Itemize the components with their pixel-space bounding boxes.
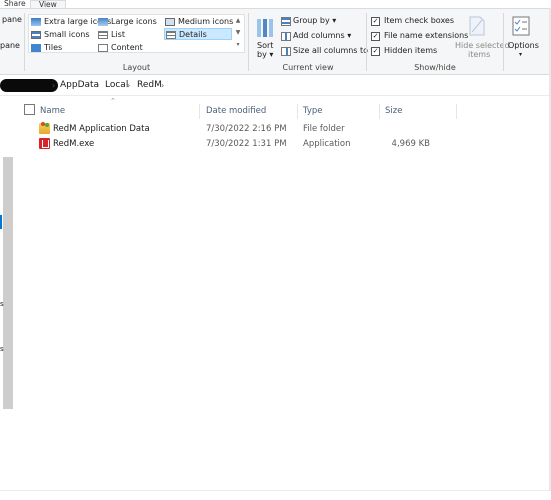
size-columns-icon <box>281 47 291 56</box>
breadcrumb-redm[interactable]: RedM <box>137 80 162 91</box>
options-button[interactable]: Options ▾ <box>506 15 539 61</box>
nav-item-fragment[interactable]: s <box>0 300 4 308</box>
breadcrumb-appdata[interactable]: AppData <box>60 80 99 91</box>
show-hide-group-label: Show/hide <box>414 63 456 72</box>
layout-item-label: List <box>111 30 125 39</box>
column-separator[interactable] <box>297 104 298 119</box>
file-type: Application <box>303 139 351 149</box>
file-type: File folder <box>303 124 345 134</box>
tiles-icon <box>31 44 41 52</box>
layout-item-label: Tiles <box>44 43 63 52</box>
table-row[interactable]: RedM Application Data 7/30/2022 2:16 PM … <box>16 122 551 136</box>
navigation-pane-button[interactable]: pane <box>2 15 22 25</box>
group-separator <box>248 13 249 71</box>
checkbox-checked: ✓ <box>371 17 380 26</box>
file-date-modified: 7/30/2022 1:31 PM <box>206 139 287 149</box>
status-bar <box>0 490 551 500</box>
chevron-down-icon: ▾ <box>519 51 523 58</box>
layout-content[interactable]: Content <box>97 42 143 54</box>
hidden-items-label: Hidden items <box>384 46 438 55</box>
hide-selected-label-2: items <box>468 50 491 59</box>
item-check-boxes-toggle[interactable]: ✓ Item check boxes <box>370 16 454 28</box>
file-size: 4,969 KB <box>391 139 430 149</box>
file-name[interactable]: RedM Application Data <box>53 123 150 135</box>
ribbon: pane pane Extra large icons Large icons … <box>0 8 551 75</box>
layout-item-label: Details <box>179 30 207 39</box>
group-separator <box>366 13 367 71</box>
current-view-group-label: Current view <box>282 63 334 72</box>
checkbox-checked: ✓ <box>371 47 380 56</box>
layout-group-label: Layout <box>122 63 151 72</box>
layout-item-label: Small icons <box>44 30 90 39</box>
sort-icon <box>257 19 273 37</box>
layout-tiles[interactable]: Tiles <box>30 42 62 54</box>
navigation-pane: s s <box>0 97 16 490</box>
large-icons-icon <box>98 18 108 26</box>
sort-ascending-icon: ⌃ <box>110 97 116 105</box>
content-icon <box>98 44 108 52</box>
sort-by-label: by ▾ <box>257 50 274 59</box>
breadcrumb-local[interactable]: Local <box>105 80 128 91</box>
file-list: ⌃ Name Date modified Type Size RedM Appl… <box>16 97 551 490</box>
group-separator <box>503 13 504 71</box>
medium-icons-icon <box>165 18 175 26</box>
column-header-type[interactable]: Type <box>303 105 323 117</box>
column-separator[interactable] <box>456 104 457 119</box>
layout-scroll-up[interactable]: ▲ <box>233 15 243 27</box>
details-pane-button[interactable]: pane <box>0 41 20 51</box>
add-columns-label: Add columns ▾ <box>293 31 352 40</box>
small-icons-icon <box>31 31 41 39</box>
column-separator[interactable] <box>379 104 380 119</box>
sort-by-button[interactable]: Sort by ▾ <box>253 15 277 61</box>
folder-icon <box>39 122 50 134</box>
layout-list[interactable]: List <box>97 29 125 41</box>
column-header-date-modified[interactable]: Date modified <box>206 105 266 117</box>
group-separator <box>24 13 25 71</box>
layout-small-icons[interactable]: Small icons <box>30 29 90 41</box>
group-by-button[interactable]: Group by ▾ <box>280 16 360 28</box>
layout-item-label: Large icons <box>111 17 157 26</box>
column-header-name[interactable]: Name <box>40 105 65 117</box>
options-icon <box>512 16 530 36</box>
hide-selected-icon <box>469 16 485 36</box>
options-label: Options <box>508 41 539 50</box>
chevron-right-icon: › <box>52 81 56 90</box>
hide-selected-items-button[interactable]: Hide selected items <box>454 15 510 61</box>
chevron-right-icon: › <box>127 81 131 90</box>
group-by-label: Group by ▾ <box>293 16 337 25</box>
file-name-extensions-toggle[interactable]: ✓ File name extensions <box>370 31 468 43</box>
checkbox-checked: ✓ <box>371 32 380 41</box>
size-all-columns-button[interactable]: Size all columns to fit <box>280 46 379 58</box>
nav-item-fragment[interactable]: s <box>0 345 4 353</box>
layout-gallery: Extra large icons Large icons Medium ico… <box>28 14 245 53</box>
add-columns-button[interactable]: Add columns ▾ <box>280 31 360 43</box>
address-bar[interactable]: › AppData › Local › RedM › <box>0 76 551 96</box>
file-name[interactable]: RedM.exe <box>53 138 94 150</box>
chevron-right-icon: › <box>161 81 165 90</box>
nav-scrollbar[interactable] <box>3 157 13 409</box>
layout-item-label: Content <box>111 43 143 52</box>
hidden-items-toggle[interactable]: ✓ Hidden items <box>370 46 440 58</box>
application-icon <box>39 138 50 149</box>
add-columns-icon <box>281 32 291 41</box>
layout-expand[interactable]: ▾ <box>233 39 243 51</box>
column-header-size[interactable]: Size <box>385 105 402 117</box>
extra-large-icons-icon <box>31 18 41 26</box>
layout-scroll-down[interactable]: ▼ <box>233 27 243 39</box>
column-separator[interactable] <box>199 104 200 119</box>
layout-item-label: Medium icons <box>178 17 234 26</box>
table-row[interactable]: RedM.exe 7/30/2022 1:31 PM Application 4… <box>16 137 551 151</box>
item-check-boxes-label: Item check boxes <box>384 16 455 25</box>
file-date-modified: 7/30/2022 2:16 PM <box>206 124 287 134</box>
chevron-right-icon: › <box>96 81 100 90</box>
redacted-path-mark <box>0 79 58 92</box>
layout-medium-icons[interactable]: Medium icons <box>164 16 233 28</box>
details-icon <box>166 31 176 39</box>
nav-selection-indicator <box>0 215 2 229</box>
list-icon <box>98 31 108 39</box>
group-by-icon <box>281 17 291 26</box>
select-all-checkbox[interactable] <box>24 104 35 115</box>
layout-details[interactable]: Details <box>164 28 232 40</box>
layout-large-icons[interactable]: Large icons <box>97 16 157 28</box>
